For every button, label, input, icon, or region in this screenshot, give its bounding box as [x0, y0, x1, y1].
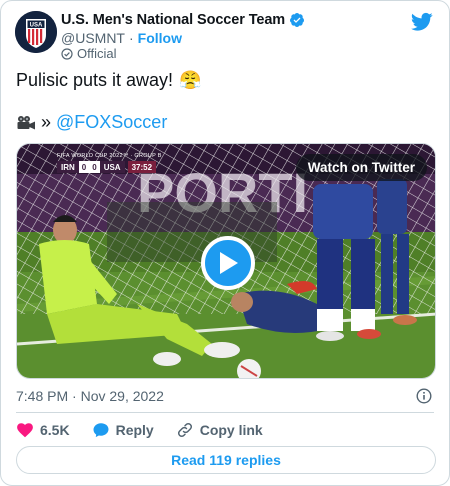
video-media[interactable]: PORTI [16, 143, 436, 379]
scoreboard-team-2: USA [99, 161, 125, 173]
scoreboard-score-1: 0 [78, 161, 90, 173]
copy-link-label: Copy link [199, 422, 263, 438]
official-label-row: Official [61, 46, 117, 61]
tweet-line-2-prefix: » [41, 112, 52, 132]
reply-label: Reply [115, 422, 154, 438]
author-name-row: U.S. Men's National Soccer Team [61, 12, 305, 28]
handle-separator: · [128, 30, 134, 46]
verified-badge-icon [290, 13, 305, 27]
like-button[interactable]: 6.5K [16, 421, 70, 439]
official-check-icon [61, 47, 73, 60]
scoreboard-team-1: IRN [57, 161, 79, 173]
reply-bubble-icon [93, 423, 109, 438]
read-replies-button[interactable]: Read 119 replies [16, 446, 436, 474]
tweet-card: USA U.S. Men's National Soccer Team @USM… [0, 0, 450, 486]
avatar[interactable]: USA [15, 11, 57, 53]
info-icon[interactable] [416, 388, 432, 404]
reply-button[interactable]: Reply [92, 421, 154, 439]
play-button[interactable] [201, 236, 255, 290]
tweet-text-line-2: » @FOXSoccer [16, 112, 167, 133]
avatar-text: USA [30, 23, 43, 29]
movie-camera-icon [17, 115, 35, 129]
follow-button[interactable]: Follow [138, 30, 182, 46]
like-count: 6.5K [40, 422, 70, 438]
link-icon [177, 422, 192, 438]
author-handle[interactable]: @USMNT [61, 30, 125, 46]
official-label: Official [77, 46, 117, 61]
copy-link-button[interactable]: Copy link [176, 421, 263, 439]
tweet-actions: 6.5K Reply Copy link [16, 420, 285, 440]
scoreboard-score-2: 0 [89, 161, 100, 173]
tweet-text-line-1: Pulisic puts it away! 😤 [16, 70, 201, 91]
watch-on-twitter-button[interactable]: Watch on Twitter [295, 154, 427, 181]
twitter-bird-icon[interactable] [411, 12, 433, 32]
steam-face-emoji: 😤 [179, 70, 202, 90]
mention-foxsoccer-link[interactable]: @FOXSoccer [56, 112, 167, 133]
tweet-text: Pulisic puts it away! [16, 70, 174, 90]
play-icon [220, 252, 238, 274]
tweet-timestamp[interactable]: 7:48 PM · Nov 29, 2022 [16, 388, 164, 404]
divider [16, 412, 434, 413]
scoreboard-caption: FIFA WORLD CUP 2022™ · GROUP B [57, 153, 162, 159]
heart-icon [17, 423, 33, 438]
scoreboard: IRN 0 0 USA 37:52 [57, 160, 199, 174]
usmnt-crest-icon: USA [15, 11, 57, 53]
author-display-name[interactable]: U.S. Men's National Soccer Team [61, 12, 285, 28]
scoreboard-clock: 37:52 [127, 161, 157, 173]
author-handle-row: @USMNT · Follow [61, 30, 182, 46]
